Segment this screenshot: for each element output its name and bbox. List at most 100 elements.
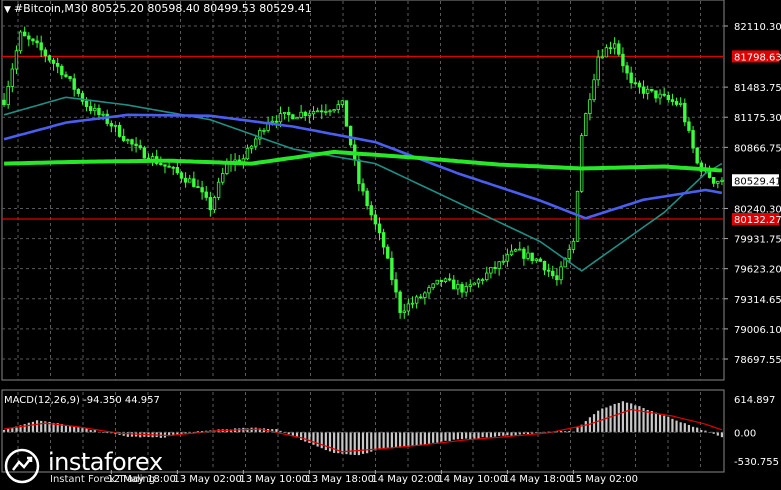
macd-histogram-bar <box>35 420 39 433</box>
candle-body <box>645 88 650 94</box>
macd-histogram-bar <box>493 432 497 437</box>
macd-histogram-bar <box>415 432 418 446</box>
candle-body <box>35 40 39 44</box>
candle-body <box>468 284 472 287</box>
candle-body <box>439 279 444 283</box>
candle-body <box>270 120 274 123</box>
candle-body <box>427 287 431 294</box>
symbol-ohlc-text: #Bitcoin,M30 80525.20 80598.40 80499.53 … <box>13 2 312 15</box>
candle-body <box>10 68 15 87</box>
candle-body <box>600 56 604 59</box>
macd-histogram-bar <box>539 432 542 433</box>
candle-body <box>472 282 477 286</box>
candle-body <box>373 214 378 225</box>
macd-histogram-bar <box>27 422 30 433</box>
candle-body <box>460 284 464 293</box>
y-tick-label: 81483.75 <box>734 83 781 94</box>
candle-body <box>295 117 299 120</box>
candle-body <box>320 110 324 113</box>
candle-body <box>546 269 551 272</box>
candle-body <box>410 302 415 305</box>
candle-body <box>68 76 72 80</box>
candle-body <box>315 110 320 113</box>
candle-body <box>216 181 221 198</box>
x-tick-label: 14 May 18:00 <box>503 474 572 485</box>
macd-histogram-bar <box>658 414 662 433</box>
candle-body <box>365 190 369 207</box>
macd-histogram-bar <box>646 409 649 433</box>
macd-histogram-bar <box>341 432 344 454</box>
macd-histogram-bar <box>254 427 257 433</box>
candle-body <box>39 42 43 51</box>
macd-histogram-bar <box>287 432 290 435</box>
y-tick-label: 78697.55 <box>734 355 781 366</box>
logo-wordmark: instaforex <box>48 448 163 476</box>
macd-histogram-bar <box>73 426 76 433</box>
candle-body <box>18 31 23 52</box>
collapse-triangle-icon[interactable]: ▼ <box>4 5 11 15</box>
candle-body <box>505 254 510 262</box>
macd-histogram-bar <box>617 402 620 433</box>
candle-body <box>311 111 316 115</box>
macd-histogram-bar <box>328 432 332 452</box>
candle-body <box>662 93 666 96</box>
candle-body <box>76 88 81 94</box>
candle-body <box>596 56 600 81</box>
macd-histogram-bar <box>683 423 686 433</box>
candle-body <box>551 270 555 277</box>
candle-body <box>716 180 720 184</box>
macd-histogram-bar <box>382 432 385 449</box>
macd-histogram-bar <box>370 432 373 452</box>
candle-body <box>485 272 489 281</box>
candle-body <box>51 59 56 64</box>
macd-histogram-bar <box>720 432 724 438</box>
candle-body <box>109 123 114 127</box>
candle-body <box>571 240 576 250</box>
candle-body <box>711 177 716 184</box>
candle-body <box>608 47 613 50</box>
candle-body <box>394 279 398 293</box>
trading-chart[interactable]: 82110.3081483.7581175.3080866.7580240.30… <box>0 0 781 489</box>
macd-histogram-bar <box>304 432 307 442</box>
candle-body <box>666 94 671 101</box>
candle-body <box>658 93 662 99</box>
candle-body <box>489 266 493 274</box>
level-price-label: 80132.27 <box>734 215 781 226</box>
chart-header: ▼ #Bitcoin,M30 80525.20 80598.40 80499.53… <box>4 2 312 15</box>
candle-body <box>204 191 208 198</box>
candle-body <box>31 38 35 42</box>
macd-histogram-bar <box>448 432 451 441</box>
macd-histogram-bar <box>465 432 468 439</box>
x-tick-label: 14 May 02:00 <box>371 474 440 485</box>
x-tick-label: 13 May 02:00 <box>173 474 242 485</box>
candle-body <box>579 135 584 192</box>
macd-histogram-bar <box>502 432 505 436</box>
candle-body <box>361 183 365 192</box>
candle-body <box>464 286 468 293</box>
candle-body <box>291 114 295 120</box>
macd-histogram-bar <box>440 432 443 442</box>
y-tick-label: 79931.75 <box>734 235 781 246</box>
candle-body <box>452 279 456 290</box>
macd-histogram-bar <box>477 432 480 439</box>
instaforex-logo: instaforex Instant Forex Trading <box>4 448 163 486</box>
candle-body <box>414 296 419 304</box>
candle-body <box>683 102 687 123</box>
x-tick-label: 14 May 10:00 <box>437 474 506 485</box>
macd-histogram-bar <box>510 432 513 436</box>
candle-body <box>542 260 547 271</box>
macd-label: MACD(12,26,9) -94.350 44.957 <box>4 395 160 406</box>
candle-body <box>22 31 27 37</box>
macd-histogram-bar <box>469 432 472 440</box>
candle-body <box>493 266 497 269</box>
candle-body <box>381 232 386 248</box>
candle-body <box>386 246 390 259</box>
candle-body <box>324 110 328 113</box>
macd-histogram-bar <box>403 432 406 447</box>
macd-histogram-bar <box>663 415 666 433</box>
candle-body <box>584 113 588 137</box>
candle-body <box>171 166 175 169</box>
macd-histogram-bar <box>353 432 356 455</box>
macd-histogram-bar <box>576 427 579 433</box>
candle-body <box>670 99 675 102</box>
